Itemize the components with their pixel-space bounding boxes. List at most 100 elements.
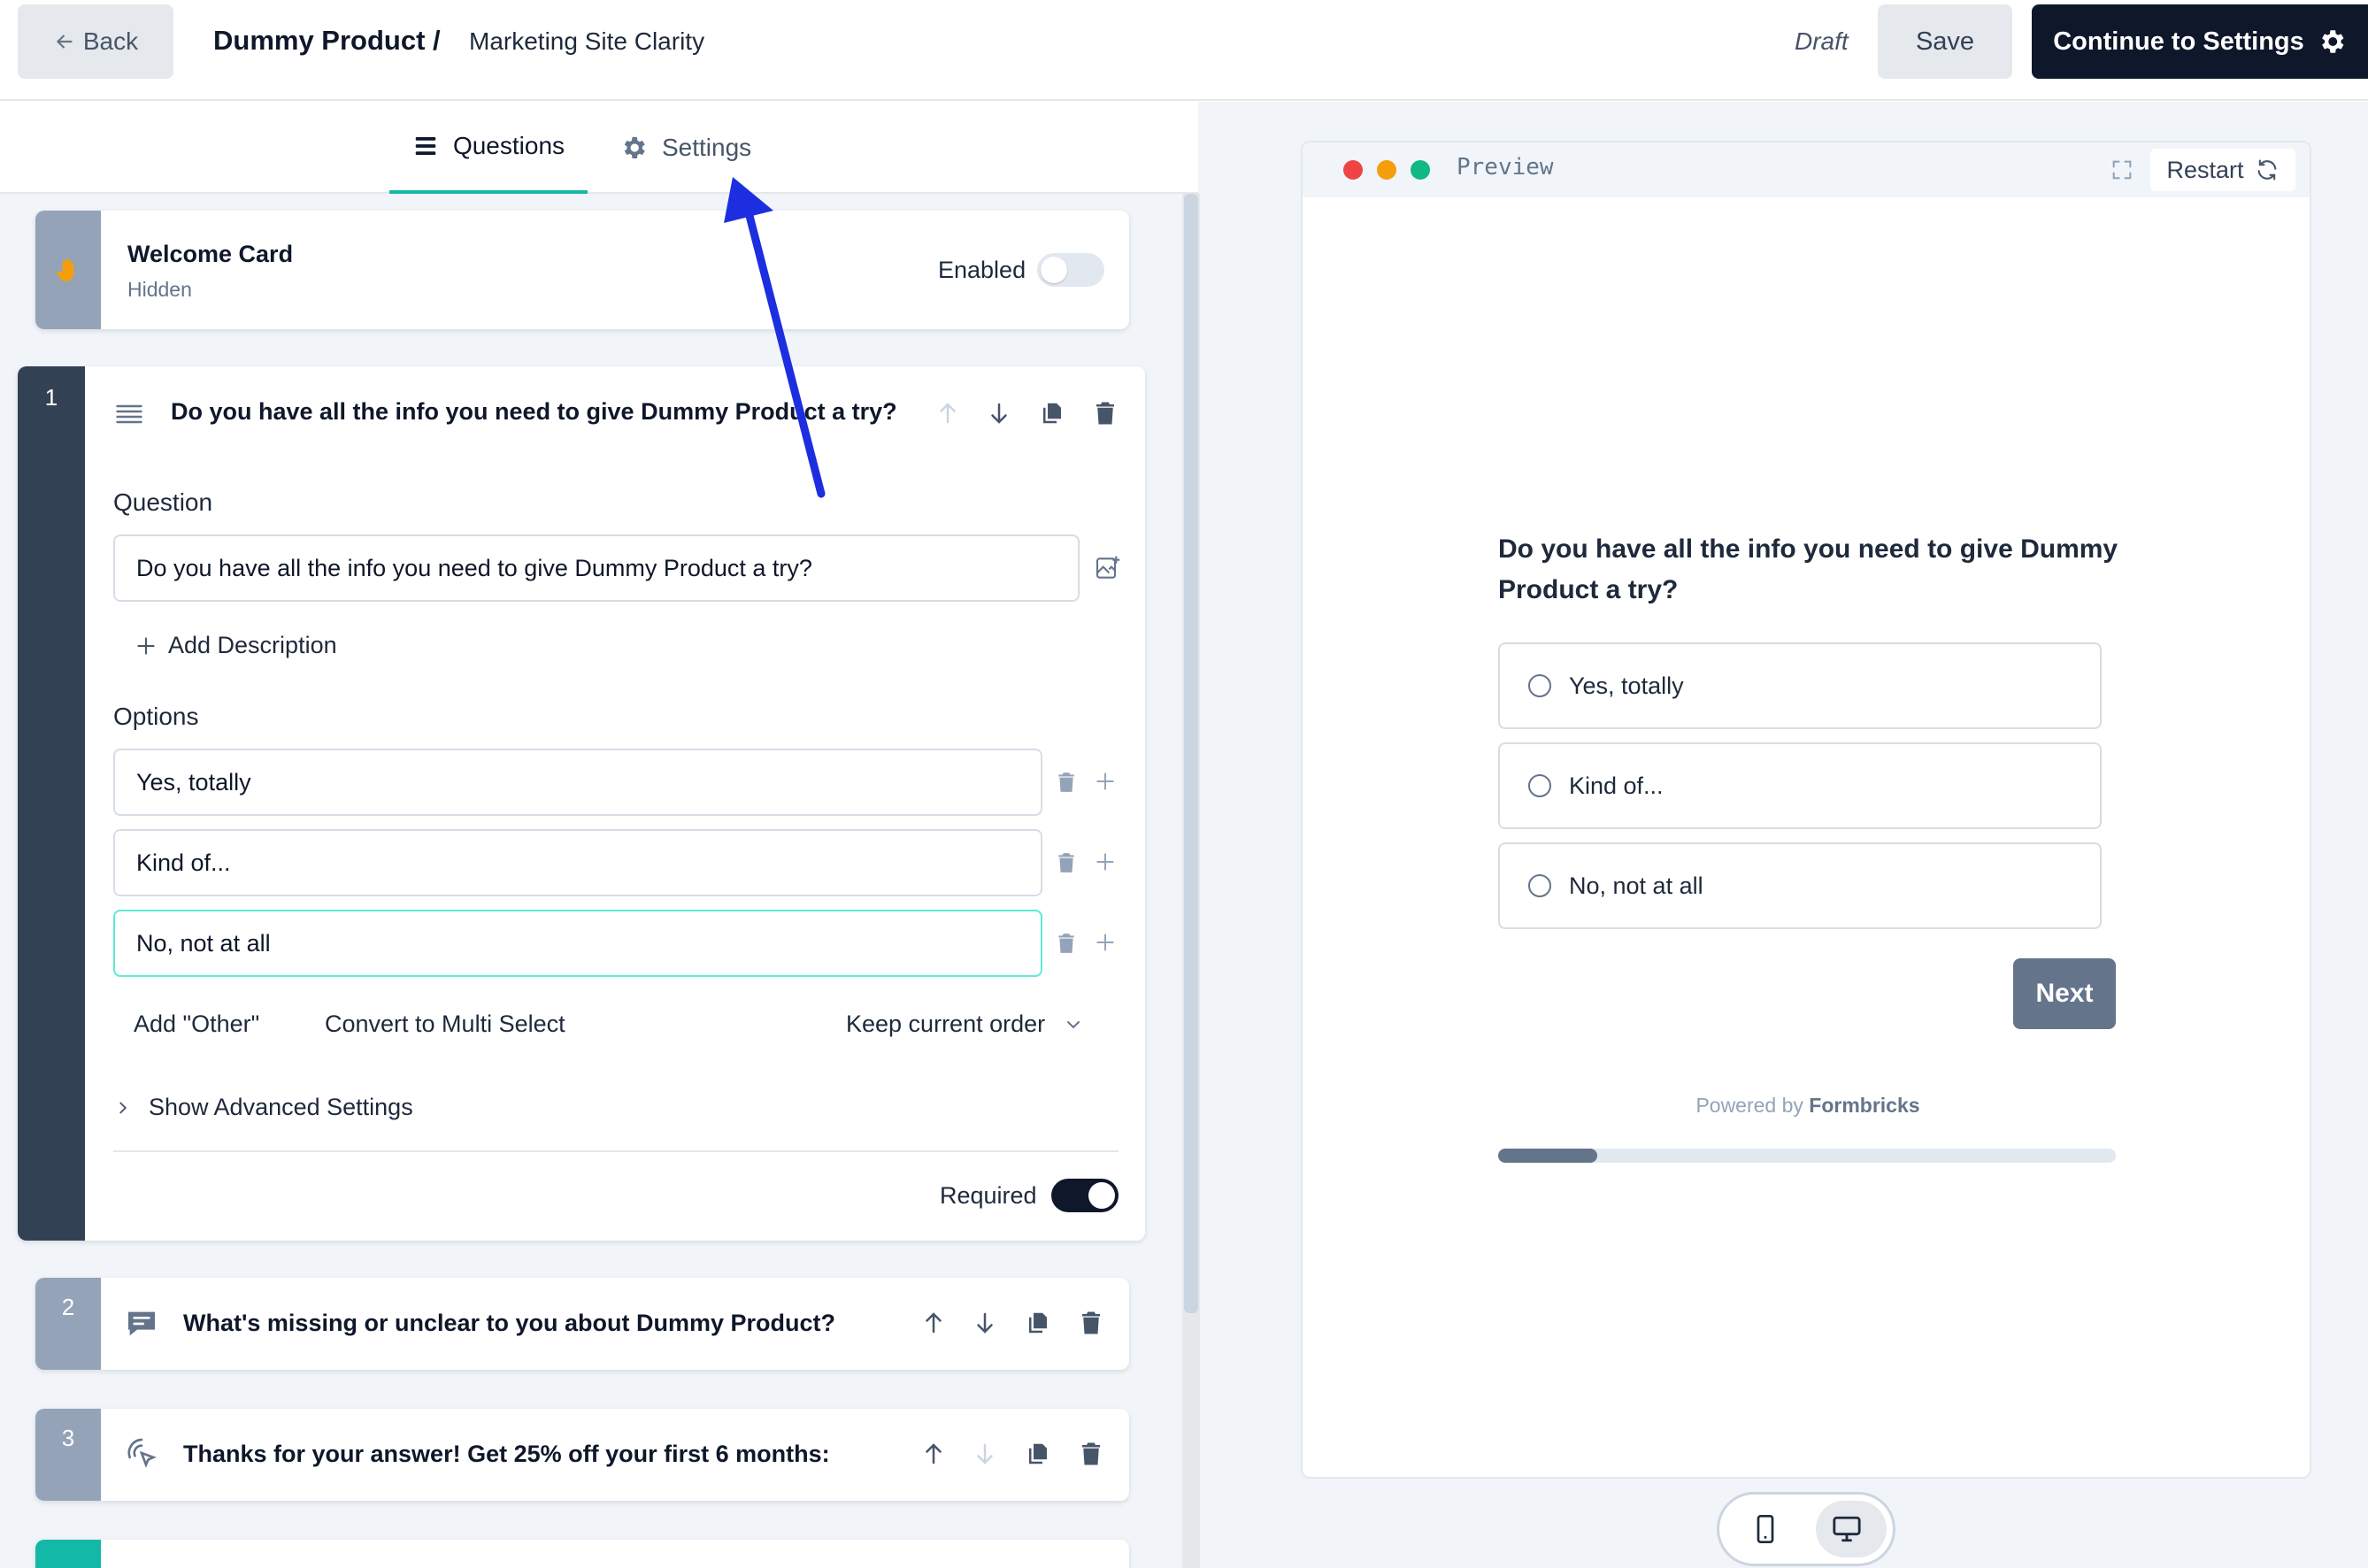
move-up-icon[interactable] <box>920 1441 947 1467</box>
radio-icon <box>1528 774 1551 797</box>
move-down-icon[interactable] <box>986 400 1012 427</box>
option-input-3[interactable]: No, not at all <box>113 910 1042 977</box>
radio-icon <box>1528 674 1551 697</box>
single-select-icon <box>113 398 145 430</box>
window-maximize-dot <box>1411 160 1430 180</box>
duplicate-icon[interactable] <box>1025 1310 1051 1336</box>
preview-option-label: No, not at all <box>1569 872 1703 899</box>
tab-questions[interactable]: Questions <box>389 102 588 194</box>
option-order-select[interactable]: Keep current order <box>846 1011 1084 1038</box>
advanced-settings-label: Show Advanced Settings <box>149 1094 413 1120</box>
scrollbar-thumb[interactable] <box>1184 194 1198 1313</box>
annotation-arrow <box>724 177 826 498</box>
option-order-value: Keep current order <box>846 1011 1046 1037</box>
plus-icon <box>135 634 158 657</box>
required-toggle[interactable] <box>1051 1179 1119 1212</box>
welcome-card-handle[interactable] <box>35 211 101 329</box>
add-other-button[interactable]: Add "Other" <box>134 1011 259 1038</box>
move-down-icon[interactable] <box>972 1310 998 1336</box>
formbricks-brand: Formbricks <box>1809 1094 1920 1117</box>
welcome-card-subtitle: Hidden <box>127 278 192 301</box>
required-label: Required <box>940 1182 1037 1209</box>
preview-question: Do you have all the info you need to giv… <box>1498 534 2118 604</box>
question-3-handle[interactable]: 3 <box>35 1409 101 1501</box>
duplicate-icon[interactable] <box>1025 1441 1051 1467</box>
restart-button[interactable]: Restart <box>2150 149 2295 191</box>
image-upload-icon[interactable] <box>1094 554 1122 582</box>
next-button[interactable]: Next <box>2013 958 2116 1029</box>
duplicate-icon[interactable] <box>1039 400 1065 427</box>
cursor-click-icon <box>124 1435 159 1471</box>
survey-name-input[interactable]: Marketing Site Clarity <box>469 27 704 56</box>
product-breadcrumb[interactable]: Dummy Product / <box>213 25 441 57</box>
move-down-icon[interactable] <box>972 1441 998 1467</box>
continue-label: Continue to Settings <box>2053 27 2304 56</box>
move-up-icon[interactable] <box>920 1310 947 1336</box>
preview-option-3[interactable]: No, not at all <box>1498 842 2102 929</box>
advanced-settings-toggle[interactable]: Show Advanced Settings <box>113 1094 413 1121</box>
preview-option-1[interactable]: Yes, totally <box>1498 642 2102 729</box>
divider <box>113 1150 1119 1152</box>
hand-icon <box>57 257 80 283</box>
chevron-down-icon <box>1063 1014 1084 1035</box>
add-description-button[interactable]: Add Description <box>135 632 337 659</box>
restart-label: Restart <box>2166 156 2244 183</box>
question-number: 2 <box>61 1294 75 1320</box>
window-minimize-dot <box>1377 160 1396 180</box>
trash-icon[interactable] <box>1092 400 1119 427</box>
convert-multi-select-button[interactable]: Convert to Multi Select <box>325 1011 565 1038</box>
powered-by-label: Powered by <box>1695 1094 1803 1117</box>
options-label: Options <box>113 703 199 730</box>
question-card-1[interactable]: 1 Do you have all the info you need to g… <box>18 366 1145 1241</box>
welcome-enabled-toggle[interactable] <box>1037 253 1104 287</box>
question-card-2[interactable]: 2 What's missing or unclear to you about… <box>35 1278 1129 1370</box>
move-up-icon[interactable] <box>934 400 961 427</box>
preview-title: Preview <box>1457 154 1554 181</box>
status-badge: Draft <box>1795 27 1849 55</box>
continue-to-settings-button[interactable]: Continue to Settings <box>2032 4 2368 79</box>
expand-icon[interactable] <box>2110 158 2134 182</box>
question-card-3[interactable]: 3 Thanks for your answer! Get 25% off yo… <box>35 1409 1129 1501</box>
back-label: Back <box>82 27 139 55</box>
question-number: 3 <box>61 1425 75 1451</box>
window-close-dot <box>1343 160 1363 180</box>
welcome-card-title: Welcome Card <box>127 241 294 267</box>
gear-icon <box>2317 27 2347 57</box>
back-button[interactable]: Back <box>18 4 173 79</box>
trash-icon[interactable] <box>1078 1441 1104 1467</box>
gear-icon <box>619 134 648 162</box>
chevron-right-icon <box>113 1098 133 1118</box>
preview-option-label: Kind of... <box>1569 772 1664 799</box>
question-3-title: Thanks for your answer! Get 25% off your… <box>183 1441 830 1467</box>
list-icon <box>412 133 439 159</box>
progress-bar-fill <box>1498 1149 1597 1163</box>
trash-icon[interactable] <box>1055 770 1078 795</box>
arrow-left-icon <box>53 30 76 53</box>
plus-icon[interactable] <box>1094 850 1117 873</box>
add-description-label: Add Description <box>168 632 337 658</box>
preview-option-2[interactable]: Kind of... <box>1498 742 2102 829</box>
question-number: 1 <box>44 384 58 411</box>
plus-icon[interactable] <box>1094 770 1117 793</box>
question-2-handle[interactable]: 2 <box>35 1278 101 1370</box>
message-icon <box>124 1306 159 1341</box>
tab-questions-label: Questions <box>452 132 565 159</box>
preview-option-label: Yes, totally <box>1569 672 1684 699</box>
question-label: Question <box>113 488 213 516</box>
question-text-input[interactable]: Do you have all the info you need to giv… <box>113 534 1080 602</box>
desktop-icon[interactable] <box>1832 1515 1862 1543</box>
option-input-2[interactable]: Kind of... <box>113 829 1042 896</box>
welcome-card[interactable]: Welcome Card Hidden Enabled <box>35 211 1129 329</box>
tab-settings-label: Settings <box>662 134 752 161</box>
plus-icon[interactable] <box>1094 931 1117 954</box>
ending-card[interactable] <box>35 1540 1129 1568</box>
mobile-icon[interactable] <box>1754 1515 1777 1543</box>
trash-icon[interactable] <box>1055 931 1078 956</box>
option-input-1[interactable]: Yes, totally <box>113 749 1042 816</box>
trash-icon[interactable] <box>1055 850 1078 875</box>
ending-card-handle[interactable] <box>35 1540 101 1568</box>
save-button[interactable]: Save <box>1878 4 2012 79</box>
refresh-icon <box>2255 158 2280 182</box>
trash-icon[interactable] <box>1078 1310 1104 1336</box>
question-1-handle[interactable]: 1 <box>18 366 85 1241</box>
